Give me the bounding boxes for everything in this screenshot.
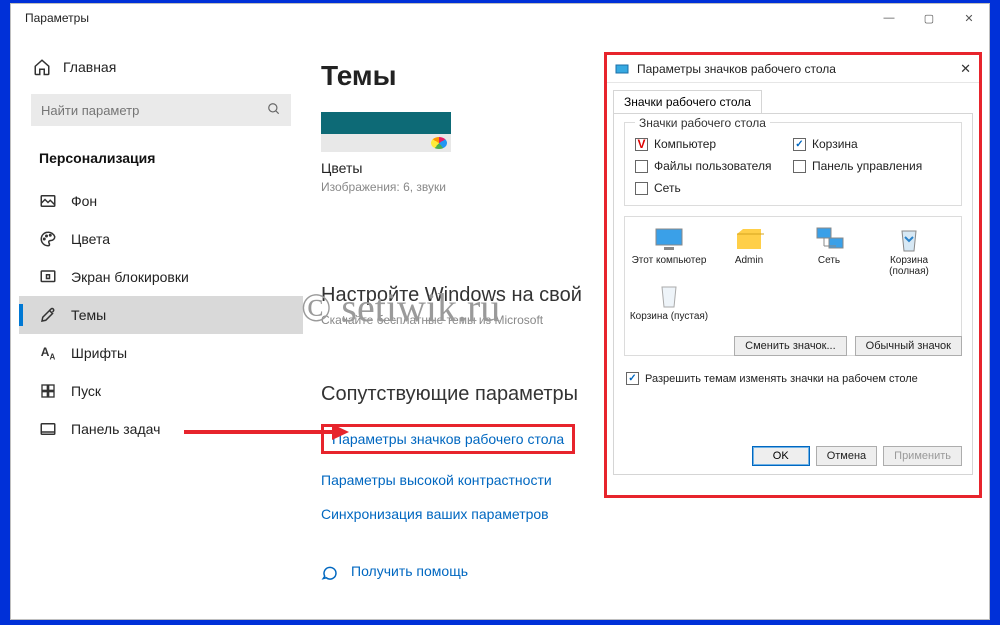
sidebar-item-label: Цвета	[71, 231, 110, 247]
checkbox-recycle[interactable]: ✓Корзина	[793, 137, 951, 151]
dialog-tab[interactable]: Значки рабочего стола	[613, 90, 762, 114]
sidebar-item-lockscreen[interactable]: Экран блокировки	[19, 258, 303, 296]
dialog-title: Параметры значков рабочего стола	[637, 62, 836, 76]
sidebar-item-label: Темы	[71, 307, 106, 323]
sidebar-item-themes[interactable]: Темы	[19, 296, 303, 334]
sidebar-item-label: Фон	[71, 193, 97, 209]
dialog-app-icon	[615, 62, 629, 76]
change-icon-button[interactable]: Сменить значок...	[734, 336, 847, 356]
checkbox-allow-themes[interactable]: ✓Разрешить темам изменять значки на рабо…	[626, 372, 918, 385]
help-label: Получить помощь	[351, 563, 468, 579]
search-input[interactable]	[31, 94, 291, 126]
checkbox-controlpanel[interactable]: Панель управления	[793, 159, 951, 173]
image-icon	[39, 192, 57, 210]
checkbox-network[interactable]: Сеть	[635, 181, 793, 195]
font-icon: AA	[39, 344, 57, 362]
checkbox-userfiles[interactable]: Файлы пользователя	[635, 159, 793, 173]
sidebar-item-label: Панель задач	[71, 421, 160, 437]
home-icon	[33, 58, 51, 76]
settings-window: Параметры — ▢ ✕ Главная Персонализация	[10, 3, 990, 620]
sidebar-item-label: Пуск	[71, 383, 101, 399]
search-box[interactable]	[31, 94, 291, 126]
maximize-button[interactable]: ▢	[909, 4, 949, 32]
lockscreen-icon	[39, 268, 57, 286]
home-nav[interactable]: Главная	[19, 50, 303, 84]
theme-thumbnail[interactable]	[321, 112, 451, 152]
ok-button[interactable]: OK	[752, 446, 810, 466]
brush-icon	[39, 306, 57, 324]
dialog-body: Значки рабочего стола VКомпьютер Файлы п…	[613, 113, 973, 475]
minimize-button[interactable]: —	[869, 4, 909, 32]
window-title: Параметры	[25, 11, 89, 25]
titlebar: Параметры — ▢ ✕	[11, 4, 989, 32]
desktop-icons-dialog: Параметры значков рабочего стола ✕ Значк…	[604, 52, 982, 498]
dialog-close-button[interactable]: ✕	[960, 61, 971, 77]
default-icon-button[interactable]: Обычный значок	[855, 336, 962, 356]
sidebar: Главная Персонализация Фон Цвета Экран б…	[11, 32, 311, 619]
icon-network[interactable]: Сеть	[789, 225, 869, 277]
help-link[interactable]: Получить помощь	[321, 562, 961, 580]
fieldset-legend: Значки рабочего стола	[635, 116, 770, 130]
link-desktop-icons[interactable]: Параметры значков рабочего стола	[321, 424, 575, 454]
palette-icon	[39, 230, 57, 248]
icons-fieldset: Значки рабочего стола VКомпьютер Файлы п…	[624, 122, 962, 206]
sidebar-item-label: Шрифты	[71, 345, 127, 361]
search-icon	[267, 102, 281, 116]
icon-admin[interactable]: Admin	[709, 225, 789, 277]
section-header: Персонализация	[19, 140, 303, 182]
apply-button[interactable]: Применить	[883, 446, 962, 466]
sidebar-item-background[interactable]: Фон	[19, 182, 303, 220]
cancel-button[interactable]: Отмена	[816, 446, 877, 466]
link-sync[interactable]: Синхронизация ваших параметров	[321, 506, 961, 522]
start-icon	[39, 382, 57, 400]
taskbar-icon	[39, 420, 57, 438]
checkbox-computer[interactable]: VКомпьютер	[635, 137, 793, 151]
sidebar-item-taskbar[interactable]: Панель задач	[19, 410, 303, 448]
help-icon	[321, 562, 339, 580]
home-label: Главная	[63, 59, 116, 75]
close-button[interactable]: ✕	[949, 4, 989, 32]
icon-recycle-full[interactable]: Корзина (полная)	[869, 225, 949, 277]
sidebar-item-label: Экран блокировки	[71, 269, 189, 285]
icon-recycle-empty[interactable]: Корзина (пустая)	[629, 281, 709, 322]
dialog-titlebar: Параметры значков рабочего стола ✕	[607, 55, 979, 83]
sidebar-item-colors[interactable]: Цвета	[19, 220, 303, 258]
sidebar-item-fonts[interactable]: AA Шрифты	[19, 334, 303, 372]
icon-this-pc[interactable]: Этот компьютер	[629, 225, 709, 277]
icon-preview-box: Этот компьютер Admin Сеть Корзина (полна…	[624, 216, 962, 356]
sidebar-item-start[interactable]: Пуск	[19, 372, 303, 410]
